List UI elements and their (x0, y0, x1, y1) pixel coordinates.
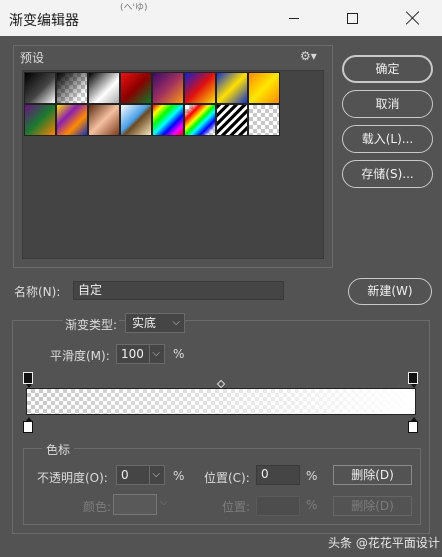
opacity-label: 不透明度(O): (37, 471, 108, 485)
title-bar: 渐变编辑器 (ヘ'ゆ) (0, 0, 442, 36)
preset-swatch[interactable] (152, 104, 184, 136)
opacity-stop-left[interactable] (23, 372, 33, 388)
cancel-button[interactable]: 取消 (342, 90, 433, 118)
opacity-stop-right[interactable] (408, 372, 418, 388)
preset-swatch[interactable] (88, 72, 120, 104)
preset-swatch[interactable] (152, 72, 184, 104)
close-button[interactable] (384, 0, 442, 36)
gradient-type-select[interactable]: 实底 ⌵ (125, 313, 185, 333)
preset-swatch[interactable] (216, 104, 248, 136)
preset-swatch[interactable] (24, 72, 56, 104)
minimize-button[interactable] (265, 0, 323, 36)
opacity-unit: % (173, 469, 185, 483)
preset-swatch[interactable] (56, 72, 88, 104)
smoothness-unit: % (173, 347, 185, 361)
presets-menu-gear-icon[interactable]: ⚙▾ (300, 49, 317, 63)
gradient-preview-bar[interactable] (26, 388, 416, 415)
delete-opacity-stop-button[interactable]: 删除(D) (333, 465, 412, 485)
title-fragment: (ヘ'ゆ) (120, 3, 148, 13)
color-stop-left[interactable] (23, 417, 33, 433)
smoothness-divider (149, 344, 150, 364)
presets-legend: 预设 (16, 49, 49, 66)
preset-swatch[interactable] (248, 72, 280, 104)
preset-swatch[interactable] (120, 104, 152, 136)
opacity-divider (149, 465, 150, 485)
watermark: 头条 @花花平面设计 (328, 536, 440, 550)
opacity-location-unit: % (306, 469, 318, 483)
stop-color-swatch[interactable] (113, 494, 157, 515)
smoothness-select[interactable]: 100 ⌵ (116, 344, 165, 364)
chevron-down-icon: ⌵ (152, 348, 160, 359)
chevron-down-icon: ⌵ (152, 469, 160, 480)
preset-swatch[interactable] (248, 104, 280, 136)
color-label: 颜色: (83, 500, 112, 514)
opacity-select[interactable]: 0 ⌵ (116, 465, 165, 485)
color-location-unit: % (306, 498, 318, 512)
new-button[interactable]: 新建(W) (348, 278, 432, 305)
name-label: 名称(N): (14, 285, 61, 299)
chevron-down-icon: ⌵ (172, 317, 180, 328)
preset-swatch[interactable] (24, 104, 56, 136)
opacity-value: 0 (121, 468, 129, 482)
opacity-location-label: 位置(C): (204, 471, 250, 485)
load-button[interactable]: 载入(L)... (342, 125, 433, 153)
maximize-icon (346, 12, 358, 24)
smoothness-value: 100 (121, 347, 144, 361)
smoothness-label: 平滑度(M): (50, 349, 110, 363)
minimize-icon (289, 17, 299, 19)
color-location-label: 位置: (222, 500, 251, 514)
name-input[interactable]: 自定 (73, 281, 284, 300)
preset-swatch[interactable] (56, 104, 88, 136)
chevron-down-icon: ⌵ (160, 497, 168, 508)
ok-button[interactable]: 确定 (342, 55, 433, 83)
preset-swatch[interactable] (120, 72, 152, 104)
stops-legend: 色标 (42, 441, 75, 458)
preset-swatch[interactable] (216, 72, 248, 104)
color-location-input[interactable] (256, 496, 300, 516)
preset-swatch[interactable] (184, 72, 216, 104)
save-button[interactable]: 存储(S)... (342, 160, 433, 188)
delete-color-stop-button[interactable]: 删除(D) (333, 496, 412, 516)
gradient-type-value: 实底 (132, 316, 157, 330)
maximize-button[interactable] (323, 0, 381, 36)
gradient-type-label: 渐变类型: (63, 316, 120, 333)
close-icon (406, 11, 420, 25)
color-stop-right[interactable] (408, 417, 418, 433)
window-title: 渐变编辑器 (9, 13, 79, 29)
preset-swatch[interactable] (184, 104, 216, 136)
preset-swatch[interactable] (88, 104, 120, 136)
opacity-location-input[interactable]: 0 (256, 465, 300, 485)
